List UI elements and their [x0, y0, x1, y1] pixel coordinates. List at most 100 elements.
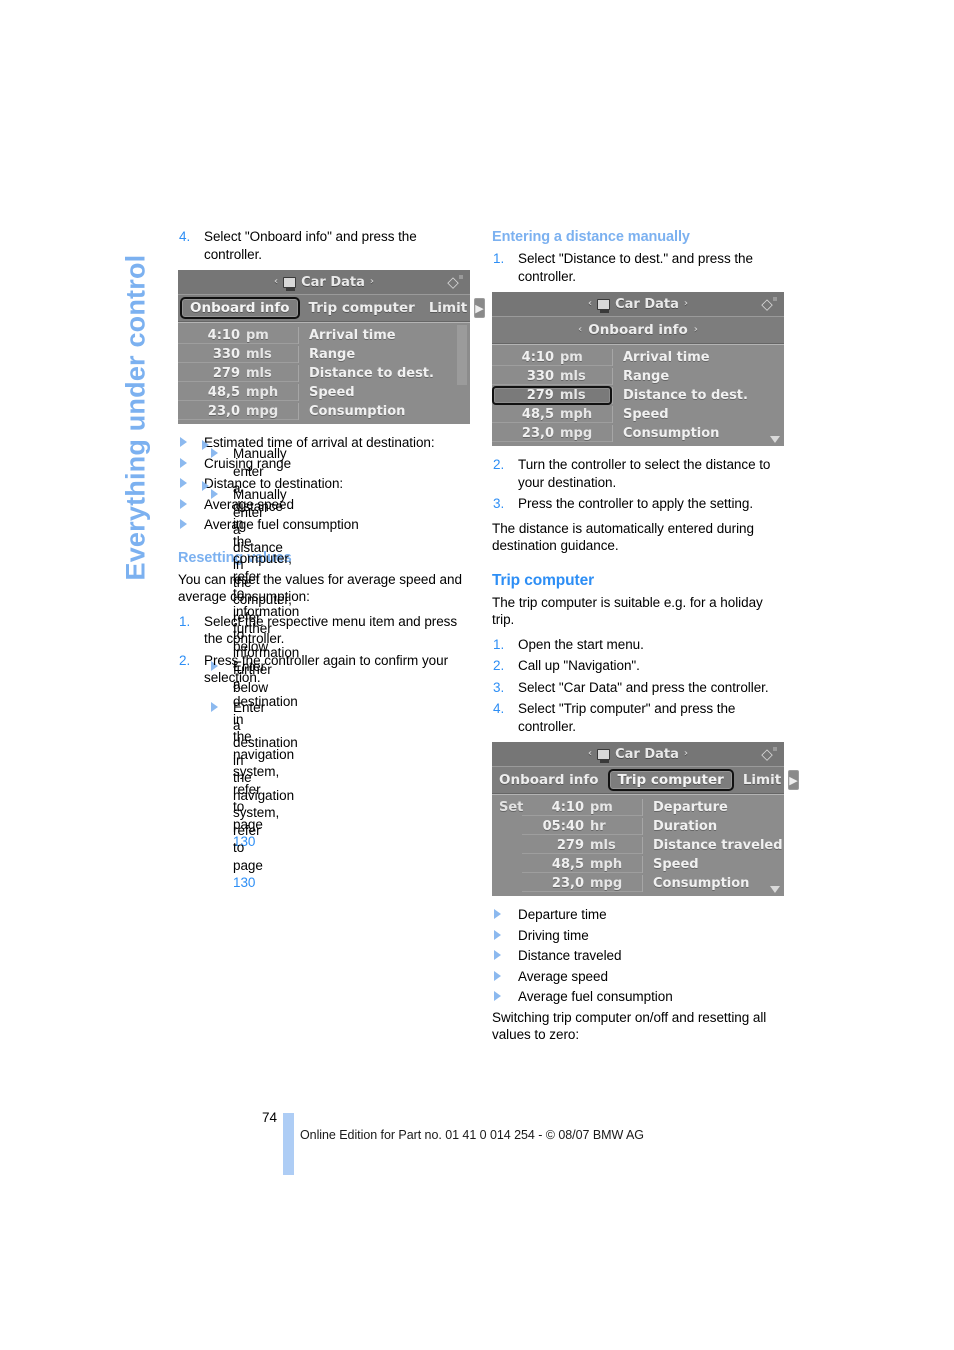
row-value: 330 [212, 346, 240, 362]
row-value: 23,0 [521, 425, 554, 441]
row-label: Consumption [298, 403, 470, 420]
tab-trip-computer[interactable]: Trip computer [607, 769, 734, 791]
screen-title: Car Data [301, 274, 365, 290]
table-row[interactable]: 23,0 mpg Consumption [492, 424, 784, 443]
step-text: Select "Onboard info" and press the cont… [204, 229, 417, 262]
scroll-down-caret-icon[interactable] [770, 886, 780, 893]
bullet-text: Average fuel consumption [204, 517, 359, 532]
row-label: Departure [642, 799, 784, 816]
sub-bullets: Manually enter a distance in the compute… [202, 440, 299, 849]
table-row[interactable]: 4:10 pm Arrival time [178, 326, 470, 345]
screen-rows: 4:10 pm Arrival time 330 mls Range 279 mls … [178, 322, 470, 424]
row-label: Distance traveled [642, 837, 784, 854]
tab-onboard-info[interactable]: Onboard info [180, 297, 300, 319]
step-number: 1. [493, 251, 505, 266]
table-row[interactable]: 4:10 pm Arrival time [492, 348, 784, 367]
table-row[interactable]: 23,0 mpg Consumption [178, 402, 470, 421]
step-text: Select "Trip computer" and press the con… [518, 701, 736, 734]
scroll-down-caret-icon[interactable] [770, 436, 780, 443]
row-value: 279 [212, 365, 240, 381]
chevron-right-icon: › [693, 324, 698, 335]
row-value: 4:10 [521, 349, 554, 365]
row-value: 23,0 [551, 875, 584, 891]
row-unit: mls [246, 346, 272, 362]
tab-limit[interactable]: Limit [736, 772, 788, 788]
monitor-icon [597, 748, 611, 763]
row-value: 23,0 [207, 403, 240, 419]
table-row-selected[interactable]: 279 mls Distance to dest. [492, 386, 784, 405]
screen-tabbar: Onboard info Trip computer Limit ▶ [178, 295, 485, 322]
chevron-right-icon: › [683, 748, 689, 759]
bullet-text: Average fuel consumption [518, 989, 673, 1004]
tabbar-next-icon[interactable]: ▶ [474, 298, 485, 318]
step-number: 1. [179, 613, 191, 629]
heading-trip-computer: Trip computer [492, 571, 595, 589]
screen-subtabbar: ‹ Onboard info › [492, 317, 784, 344]
row-label: Speed [642, 856, 784, 873]
screen-scrollbar[interactable] [457, 325, 467, 422]
screen-titlebar: ‹ Car Data › ◇ [178, 270, 470, 295]
tab-trip-computer[interactable]: Trip computer [302, 300, 422, 316]
scrollbar-thumb[interactable] [457, 325, 467, 386]
row-label: Arrival time [298, 327, 470, 344]
table-row[interactable]: 330 mls Range [492, 367, 784, 386]
table-row[interactable]: 48,5 mph Speed [178, 383, 470, 402]
screen-tabbar: Onboard info Trip computer Limit ▶ [492, 767, 799, 794]
list-item: Estimated time of arrival at destination… [178, 434, 474, 849]
trip-computer-bullets: Departure time Driving time Distance tra… [492, 906, 788, 1006]
table-row[interactable]: 05:40 hr Duration [492, 817, 784, 836]
list-item: 1. Open the start menu. [492, 636, 788, 654]
screen-title: Car Data [615, 746, 679, 762]
chevron-left-icon: ‹ [587, 298, 593, 309]
row-unit: mls [246, 365, 272, 381]
triangle-bullet-icon [180, 498, 187, 509]
step-text: Select "Distance to dest." and press the… [518, 251, 753, 284]
list-item: Distance traveled [492, 947, 788, 965]
row-label: Arrival time [612, 349, 784, 366]
entering-note: The distance is automatically entered du… [492, 520, 754, 554]
tab-limit[interactable]: Limit [422, 300, 474, 316]
footer-accent-strip [283, 1113, 294, 1175]
triangle-bullet-icon [180, 457, 187, 468]
subtab-onboard-info[interactable]: ‹ Onboard info › [492, 322, 784, 338]
row-value: 4:10 [551, 799, 584, 815]
list-item: 4. Select "Trip computer" and press the … [492, 700, 788, 735]
step-text: Select "Car Data" and press the controll… [518, 679, 769, 695]
table-row[interactable]: 23,0 mpg Consumption [492, 874, 784, 893]
screen-titlebar: ‹ Car Data › ◇ [492, 742, 784, 767]
list-item: 3. Press the controller to apply the set… [492, 495, 788, 513]
bullet-text: Cruising range [204, 455, 292, 471]
table-row[interactable]: 48,5 mph Speed [492, 405, 784, 424]
table-row[interactable]: 279 mls Distance to dest. [178, 364, 470, 383]
row-unit: pm [590, 799, 613, 815]
table-row[interactable]: 48,5 mph Speed [492, 855, 784, 874]
hud-status-icon: ◇ [758, 745, 777, 763]
idrive-screenshot-distance-to-dest: ‹ Car Data › ◇ ‹ Onboard info › 4:10 pm A… [492, 292, 784, 446]
row-unit: mpg [590, 875, 623, 891]
tab-onboard-info[interactable]: Onboard info [492, 772, 606, 788]
list-item: Distance to destination: Manually enter … [178, 475, 474, 890]
screen-titlebar: ‹ Car Data › ◇ [492, 292, 784, 317]
idrive-screenshot-trip-computer: ‹ Car Data › ◇ Onboard info Trip compute… [492, 742, 799, 896]
list-item: 2. Call up "Navigation". [492, 657, 788, 675]
page-reference-link[interactable]: 130 [233, 875, 255, 890]
table-row[interactable]: 330 mls Range [178, 345, 470, 364]
row-label: Consumption [612, 425, 784, 442]
right-column: Entering a distance manually 1. Select "… [492, 228, 799, 1051]
row-unit: mpg [560, 425, 593, 441]
row-unit: mph [560, 406, 593, 422]
row-value: 48,5 [521, 406, 554, 422]
monitor-icon [283, 276, 297, 291]
row-unit: mls [590, 837, 616, 853]
screen-rows: Set 4:10 pm Departure 05:40 hr Duration 27… [492, 794, 784, 896]
left-column: 4. Select "Onboard info" and press the c… [178, 228, 485, 890]
tabbar-next-icon[interactable]: ▶ [788, 770, 799, 790]
table-row[interactable]: 279 mls Distance traveled [492, 836, 784, 855]
triangle-bullet-icon [494, 950, 501, 960]
table-row[interactable]: Set 4:10 pm Departure [492, 798, 784, 817]
page-number: 74 [262, 1110, 278, 1125]
row-label: Range [612, 368, 784, 385]
step-text: Press the controller again to confirm yo… [204, 652, 449, 686]
bullet-text: Average speed [518, 968, 608, 984]
chevron-right-icon: › [683, 298, 689, 309]
